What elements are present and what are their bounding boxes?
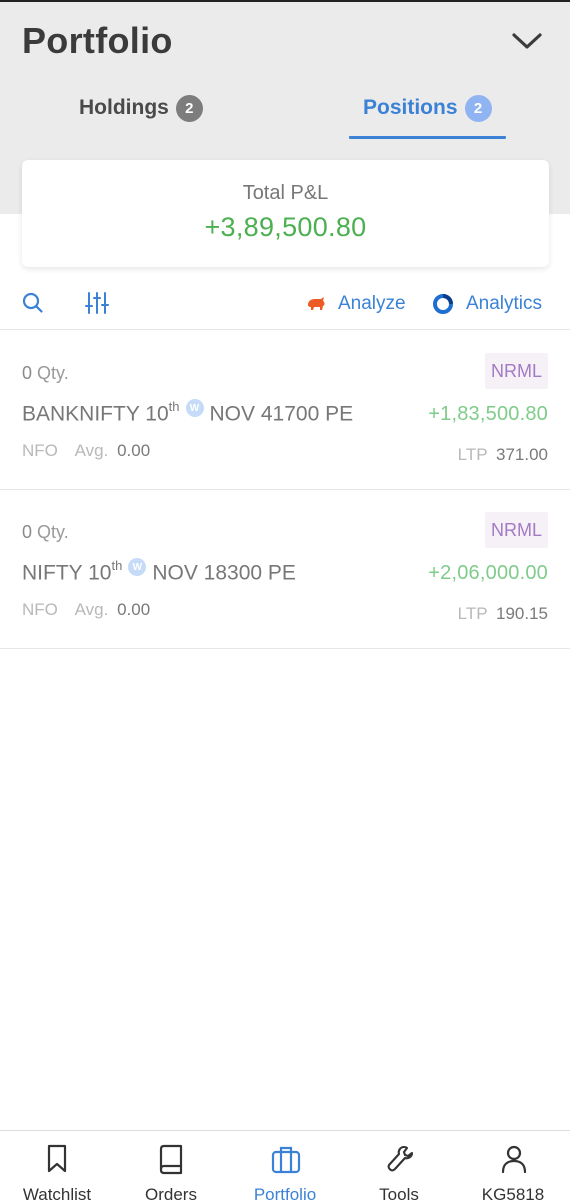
chevron-down-icon[interactable] (508, 26, 546, 56)
product-tag: NRML (484, 512, 548, 548)
instrument-symbol: NIFTY 10 (22, 561, 112, 585)
nav-orders-label: Orders (145, 1185, 197, 1200)
holdings-count-badge: 2 (175, 94, 203, 122)
qty-label: Qty. (37, 363, 69, 383)
instrument-name: BANKNIFTY 10th W NOV 41700 PE (22, 399, 353, 427)
position-pnl: +2,06,000.00 (428, 562, 548, 584)
total-pnl-value: +3,89,500.80 (204, 212, 367, 242)
qty-value: 0 (22, 522, 33, 542)
tab-positions-label: Positions (363, 96, 458, 119)
analytics-ring-icon (433, 294, 453, 314)
instrument-contract: NOV 41700 PE (209, 402, 354, 426)
nav-orders[interactable]: Orders (114, 1131, 228, 1200)
analytics-button[interactable]: Analytics (432, 292, 542, 316)
position-row[interactable]: 0 Qty. NIFTY 10th W NOV 18300 PE NFO Avg. … (0, 490, 570, 649)
analytics-label: Analytics (466, 293, 543, 314)
position-ltp: LTP 371.00 (458, 445, 548, 465)
instrument-symbol: BANKNIFTY 10 (22, 402, 169, 426)
position-row[interactable]: 0 Qty. BANKNIFTY 10th W NOV 41700 PE NFO A… (0, 331, 570, 490)
exchange-label: NFO (22, 600, 58, 619)
avg-label: Avg. (74, 600, 109, 619)
ltp-value: 371.00 (496, 445, 548, 464)
position-qty: 0 Qty. (22, 363, 69, 384)
wrench-icon (387, 1145, 414, 1172)
book-icon (159, 1144, 183, 1175)
product-tag: NRML (484, 353, 548, 389)
bull-icon (308, 297, 325, 310)
position-pnl: +1,83,500.80 (428, 403, 548, 425)
total-pnl-card: Total P&L +3,89,500.80 (22, 160, 549, 267)
weekly-expiry-badge: W (185, 399, 204, 417)
instrument-contract: NOV 18300 PE (152, 561, 296, 585)
bookmark-icon (47, 1144, 67, 1173)
bottom-navigation: Watchlist Orders Portfolio Tools KG5818 (0, 1130, 570, 1200)
tab-holdings[interactable]: Holdings 2 (79, 90, 203, 126)
position-qty: 0 Qty. (22, 522, 69, 543)
briefcase-icon (271, 1146, 301, 1174)
analyze-label: Analyze (338, 293, 406, 314)
active-tab-indicator (349, 136, 506, 139)
nav-account[interactable]: KG5818 (456, 1131, 570, 1200)
page-title: Portfolio (22, 20, 173, 61)
qty-label: Qty. (37, 522, 69, 542)
avg-label: Avg. (74, 441, 109, 460)
ltp-label: LTP (457, 604, 488, 623)
position-ltp: LTP 190.15 (458, 604, 548, 624)
user-icon (501, 1145, 527, 1174)
analyze-button[interactable]: Analyze (306, 292, 406, 316)
exchange-avg: NFO Avg. 0.00 (22, 441, 150, 461)
nav-account-label: KG5818 (481, 1185, 545, 1200)
search-icon[interactable] (20, 290, 46, 316)
nav-watchlist-label: Watchlist (22, 1185, 92, 1200)
positions-toolbar: Analyze Analytics (0, 280, 570, 330)
nav-tools-label: Tools (379, 1185, 419, 1200)
total-pnl-label: Total P&L (242, 182, 329, 204)
day-suffix: th (111, 557, 123, 573)
ltp-value: 190.15 (496, 604, 548, 623)
nav-portfolio[interactable]: Portfolio (228, 1131, 342, 1200)
day-suffix: th (168, 398, 180, 414)
ltp-label: LTP (457, 445, 488, 464)
avg-value: 0.00 (117, 441, 151, 460)
exchange-label: NFO (22, 441, 58, 460)
positions-count-badge: 2 (464, 94, 492, 122)
tab-positions[interactable]: Positions 2 (363, 90, 492, 126)
instrument-name: NIFTY 10th W NOV 18300 PE (22, 558, 296, 586)
filter-sliders-icon[interactable] (84, 290, 110, 316)
tab-holdings-label: Holdings (79, 96, 169, 119)
weekly-expiry-badge: W (128, 558, 147, 576)
nav-portfolio-label: Portfolio (253, 1185, 317, 1200)
nav-tools[interactable]: Tools (342, 1131, 456, 1200)
avg-value: 0.00 (117, 600, 151, 619)
nav-watchlist[interactable]: Watchlist (0, 1131, 114, 1200)
exchange-avg: NFO Avg. 0.00 (22, 600, 150, 620)
qty-value: 0 (22, 363, 33, 383)
